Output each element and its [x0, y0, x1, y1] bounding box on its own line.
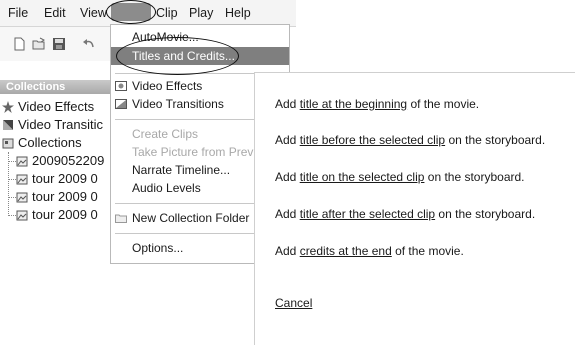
tree-item-label: Collections: [18, 135, 82, 150]
toolbar: [0, 27, 110, 61]
new-project-icon[interactable]: [12, 37, 26, 51]
star-icon: [2, 101, 14, 113]
tree-item-label: Video Transitic: [18, 117, 104, 132]
collection-folder-icon: [16, 209, 28, 221]
task-text: on the storyboard.: [435, 207, 536, 221]
cancel-link[interactable]: Cancel: [275, 296, 312, 310]
collection-folder-icon: [16, 155, 28, 167]
menu-clip[interactable]: Clip: [156, 6, 178, 20]
task-text: of the movie.: [407, 97, 480, 111]
task-text: on the storyboard.: [445, 133, 546, 147]
task-text: Add: [275, 244, 300, 258]
menu-view[interactable]: View: [80, 6, 107, 20]
collection-folder-icon: [16, 173, 28, 185]
task-line: Add title after the selected clip on the…: [275, 207, 535, 221]
task-text: on the storyboard.: [424, 170, 525, 184]
undo-icon[interactable]: [82, 37, 96, 51]
menu-file[interactable]: File: [8, 6, 28, 20]
menu-help[interactable]: Help: [225, 6, 251, 20]
task-text: Add: [275, 207, 300, 221]
task-line: Add title at the beginning of the movie.: [275, 97, 479, 111]
menu-item-label: Video Transitions: [132, 97, 224, 111]
link-title-after-clip[interactable]: title after the selected clip: [300, 207, 435, 221]
titles-task-pane: Add title at the beginning of the movie.…: [254, 72, 575, 345]
menu-item-label: Take Picture from Previ: [132, 145, 257, 159]
tree-item-label: tour 2009 0: [32, 171, 98, 186]
task-line: Add title before the selected clip on th…: [275, 133, 545, 147]
link-title-before-clip[interactable]: title before the selected clip: [300, 133, 445, 147]
task-line: Add credits at the end of the movie.: [275, 244, 464, 258]
tree-connector: [8, 215, 16, 216]
collections-icon: [2, 137, 14, 149]
tree-connector: [8, 161, 16, 162]
folder-icon: [115, 212, 127, 224]
task-text: Add: [275, 97, 300, 111]
menu-item-label: Audio Levels: [132, 181, 201, 195]
open-project-icon[interactable]: [32, 37, 46, 51]
tools-highlight-ellipse: [106, 0, 156, 24]
task-text: of the movie.: [391, 244, 464, 258]
menu-play[interactable]: Play: [189, 6, 213, 20]
collections-header-label: Collections: [6, 81, 66, 93]
tree-item-label: Video Effects: [18, 99, 95, 114]
menu-item-label: Video Effects: [132, 79, 203, 93]
collection-folder-icon: [16, 191, 28, 203]
menu-edit[interactable]: Edit: [44, 6, 66, 20]
task-line: Add title on the selected clip on the st…: [275, 170, 525, 184]
menu-item-label: New Collection Folder: [132, 211, 250, 225]
tree-item-label: tour 2009 0: [32, 189, 98, 204]
menu-item-label: Narrate Timeline...: [132, 163, 231, 177]
task-text: Add: [275, 170, 300, 184]
menu-item-label: Options...: [132, 241, 184, 255]
titles-highlight-ellipse: [116, 37, 239, 75]
save-icon[interactable]: [52, 37, 66, 51]
video-transitions-icon: [115, 98, 127, 110]
tree-connector: [8, 179, 16, 180]
tree-item-label: 2009052209: [32, 153, 105, 168]
menu-item-label: Create Clips: [132, 127, 199, 141]
cancel-line: Cancel: [275, 296, 312, 310]
video-effects-icon: [115, 80, 127, 92]
collections-header: Collections: [0, 80, 110, 94]
tree-connector: [8, 197, 16, 198]
link-title-on-clip[interactable]: title on the selected clip: [300, 170, 425, 184]
tree-item-label: tour 2009 0: [32, 207, 98, 222]
app-window: File Edit View Clip Play Help Collection…: [0, 0, 575, 345]
transition-icon: [2, 119, 14, 131]
link-title-at-beginning[interactable]: title at the beginning: [300, 97, 407, 111]
link-credits-at-end[interactable]: credits at the end: [300, 244, 392, 258]
task-text: Add: [275, 133, 300, 147]
